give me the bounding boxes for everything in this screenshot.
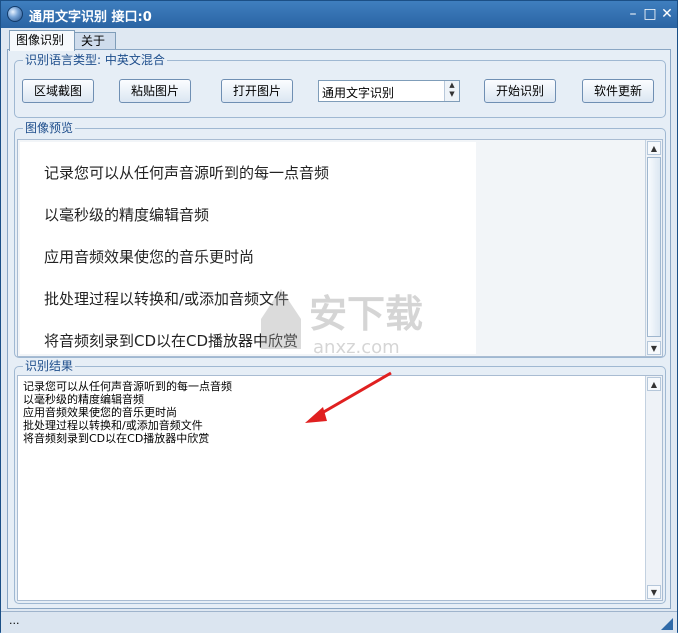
scroll-up-icon[interactable]: ▲ (647, 141, 661, 155)
preview-line: 将音频刻录到CD以在CD播放器中欣赏 (44, 332, 299, 350)
recognition-mode-value: 通用文字识别 (322, 86, 395, 100)
software-update-button[interactable]: 软件更新 (582, 79, 654, 103)
window-title: 通用文字识别 接口:0 (29, 10, 152, 25)
tab-panel: 识别语言类型: 中英文混合 区域截图 粘贴图片 打开图片 通用文字识别 ▲ ▼ 开… (7, 49, 671, 609)
preview-area[interactable]: 记录您可以从任何声音源听到的每一点音频 以毫秒级的精度编辑音频 应用音频效果使您… (17, 139, 663, 357)
preview-image: 记录您可以从任何声音源听到的每一点音频 以毫秒级的精度编辑音频 应用音频效果使您… (20, 142, 476, 354)
resize-grip-icon[interactable] (661, 618, 673, 630)
preview-label: 图像预览 (23, 121, 76, 135)
result-scrollbar[interactable]: ▲ ▼ (645, 376, 662, 600)
spinner-arrows-icon[interactable]: ▲ ▼ (444, 81, 459, 101)
recognition-mode-select[interactable]: 通用文字识别 ▲ ▼ (318, 80, 460, 102)
preview-line: 应用音频效果使您的音乐更时尚 (44, 248, 255, 266)
scroll-down-icon[interactable]: ▼ (647, 585, 661, 599)
language-group: 识别语言类型: 中英文混合 区域截图 粘贴图片 打开图片 通用文字识别 ▲ ▼ 开… (14, 53, 666, 118)
tab-about[interactable]: 关于 (74, 32, 116, 50)
language-type-label: 识别语言类型: 中英文混合 (23, 53, 167, 67)
result-text: 记录您可以从任何声音源听到的每一点音频 以毫秒级的精度编辑音频 应用音频效果使您… (23, 380, 232, 445)
scroll-up-icon[interactable]: ▲ (647, 377, 661, 391)
annotation-arrow-icon (305, 371, 392, 423)
title-bar[interactable]: 通用文字识别 接口:0 – □ ✕ (1, 1, 677, 28)
preview-line: 以毫秒级的精度编辑音频 (44, 206, 210, 224)
preview-scrollbar[interactable]: ▲ ▼ (645, 140, 662, 356)
preview-line: 记录您可以从任何声音源听到的每一点音频 (44, 164, 330, 182)
paste-image-button[interactable]: 粘贴图片 (119, 79, 191, 103)
scroll-down-icon[interactable]: ▼ (647, 341, 661, 355)
orb-icon (7, 6, 23, 22)
result-label: 识别结果 (23, 359, 76, 373)
tab-image-recognition[interactable]: 图像识别 (9, 30, 75, 51)
app-window: 通用文字识别 接口:0 – □ ✕ 图像识别 关于 识别语言类型: 中英文混合 … (0, 0, 678, 633)
close-button[interactable]: ✕ (659, 6, 675, 22)
status-bar: ... (1, 611, 677, 633)
open-image-button[interactable]: 打开图片 (221, 79, 293, 103)
minimize-button[interactable]: – (625, 6, 641, 22)
start-recognition-button[interactable]: 开始识别 (484, 79, 556, 103)
status-text: ... (9, 614, 20, 627)
region-capture-button[interactable]: 区域截图 (22, 79, 94, 103)
scroll-thumb[interactable] (647, 157, 661, 337)
maximize-button[interactable]: □ (642, 6, 658, 22)
preview-line: 批处理过程以转换和/或添加音频文件 (44, 290, 290, 308)
preview-group: 图像预览 记录您可以从任何声音源听到的每一点音频 以毫秒级的精度编辑音频 应用音… (14, 121, 666, 358)
